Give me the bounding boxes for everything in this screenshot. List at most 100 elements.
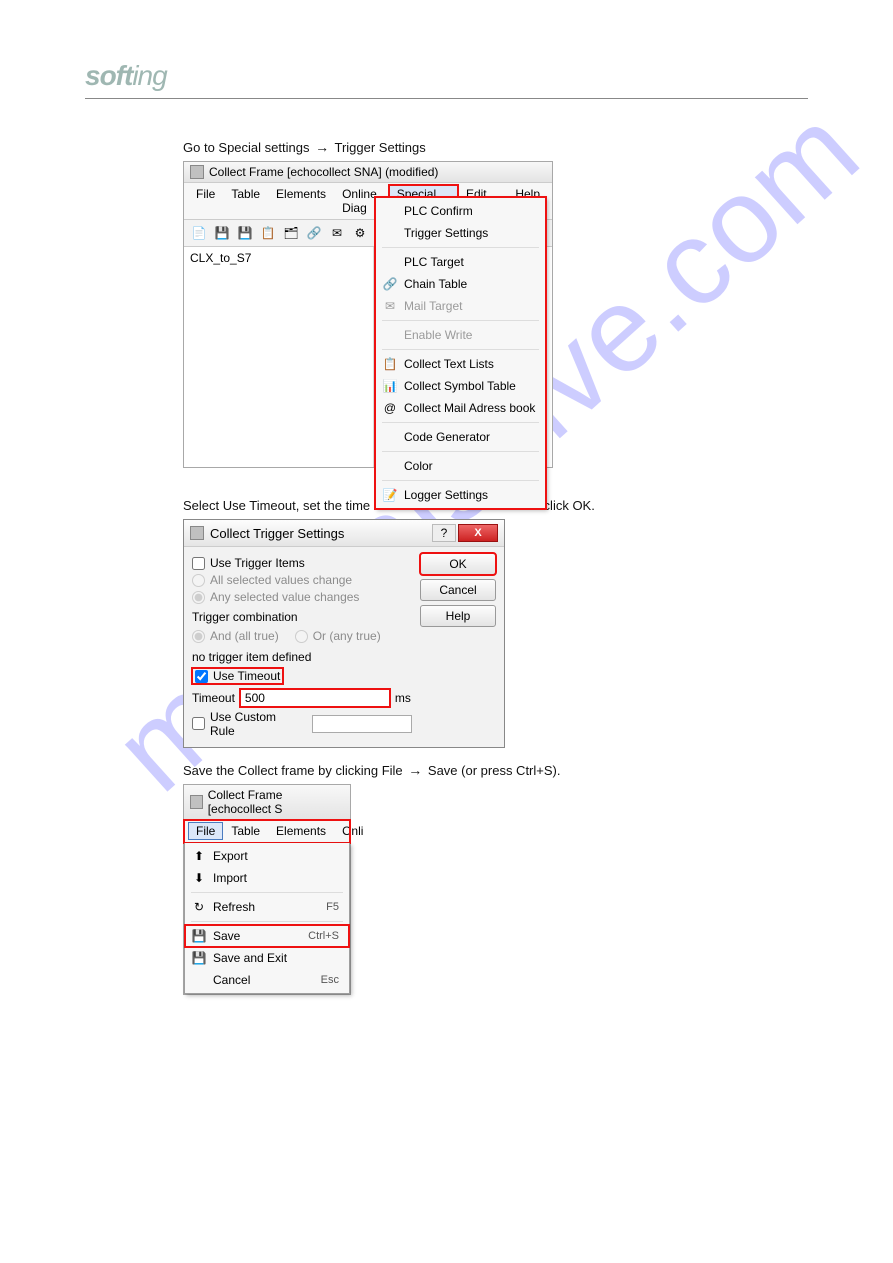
menu-item-label: Collect Symbol Table	[404, 379, 516, 393]
toolbar-icon[interactable]: 💾	[212, 223, 232, 243]
dialog-title: Collect Trigger Settings	[210, 526, 344, 541]
or-radio: Or (any true)	[295, 629, 381, 643]
menu-item-label: Export	[213, 849, 248, 863]
menu-item-color[interactable]: Color	[376, 455, 545, 477]
menu-table[interactable]: Table	[223, 822, 268, 840]
menu-icon: 📝	[382, 487, 398, 503]
menu-icon	[382, 254, 398, 270]
menu-elements[interactable]: Elements	[268, 822, 334, 840]
timeout-label: Timeout	[192, 691, 235, 705]
use-custom-rule-checkbox[interactable]: Use Custom Rule	[192, 710, 412, 738]
collect-frame-window-2: Collect Frame [echocollect S File Table …	[183, 784, 351, 995]
menu-icon: 📋	[382, 356, 398, 372]
toolbar-icon[interactable]: 🔗	[304, 223, 324, 243]
toolbar-icon[interactable]: 📄	[189, 223, 209, 243]
menu-item-collect-mail-adress-book[interactable]: @Collect Mail Adress book	[376, 397, 545, 419]
instruction-1: Go to Special settings → Trigger Setting…	[183, 139, 808, 155]
menu-item-label: Refresh	[213, 900, 255, 914]
file-dropdown: ⬆Export⬇Import↻RefreshF5💾SaveCtrl+S💾Save…	[184, 843, 350, 994]
menu-icon	[382, 327, 398, 343]
menu-icon	[382, 203, 398, 219]
menu-icon	[191, 972, 207, 988]
menu-icon: 📊	[382, 378, 398, 394]
toolbar-icon[interactable]: 🗂	[281, 223, 301, 243]
menu-item-label: Code Generator	[404, 430, 490, 444]
menu-item-code-generator[interactable]: Code Generator	[376, 426, 545, 448]
menu-item-plc-target[interactable]: PLC Target	[376, 251, 545, 273]
menu-item-trigger-settings[interactable]: Trigger Settings	[376, 222, 545, 244]
help-button[interactable]: Help	[420, 605, 496, 627]
menu-icon: ↻	[191, 899, 207, 915]
toolbar-icon[interactable]: ✉	[327, 223, 347, 243]
menu-item-cancel[interactable]: CancelEsc	[185, 969, 349, 991]
list-item[interactable]: CLX_to_S7	[190, 251, 367, 265]
menu-icon	[382, 225, 398, 241]
menu-table[interactable]: Table	[223, 185, 268, 217]
page-header: softing	[85, 60, 808, 99]
any-selected-radio: Any selected value changes	[192, 590, 412, 604]
menu-icon: ⬇	[191, 870, 207, 886]
cancel-button[interactable]: Cancel	[420, 579, 496, 601]
menu-online[interactable]: Onli	[334, 822, 371, 840]
menu-icon	[382, 429, 398, 445]
menu-item-label: Mail Target	[404, 299, 462, 313]
custom-rule-input[interactable]	[312, 715, 412, 733]
trigger-settings-dialog: Collect Trigger Settings ? X Use Trigger…	[183, 519, 505, 748]
menubar: File Table Elements Onli	[184, 820, 350, 843]
menu-item-label: Collect Mail Adress book	[404, 401, 535, 415]
window-titlebar: Collect Frame [echocollect SNA] (modifie…	[184, 162, 552, 183]
menu-elements[interactable]: Elements	[268, 185, 334, 217]
menu-item-mail-target: ✉ Mail Target	[376, 295, 545, 317]
timeout-input[interactable]	[240, 689, 390, 707]
instruction-3: Save the Collect frame by clicking File …	[183, 762, 808, 778]
toolbar-icon[interactable]: ⚙	[350, 223, 370, 243]
menu-icon: ✉	[382, 298, 398, 314]
toolbar-icon[interactable]: 📋	[258, 223, 278, 243]
menu-item-import[interactable]: ⬇ Import	[185, 867, 349, 889]
no-trigger-text: no trigger item defined	[192, 650, 412, 664]
app-icon	[190, 165, 204, 179]
close-button[interactable]: X	[458, 524, 498, 542]
arrow-icon: →	[408, 762, 422, 778]
menu-icon	[382, 458, 398, 474]
menu-file[interactable]: File	[188, 822, 223, 840]
menu-item-label: Color	[404, 459, 433, 473]
menu-item-chain-table[interactable]: 🔗Chain Table	[376, 273, 545, 295]
menu-item-label: Chain Table	[404, 277, 467, 291]
menu-icon: 💾	[191, 928, 207, 944]
help-title-button[interactable]: ?	[432, 524, 456, 542]
trigger-combination-label: Trigger combination	[192, 610, 412, 624]
menu-item-save[interactable]: 💾SaveCtrl+S	[185, 925, 349, 947]
left-pane: CLX_to_S7	[184, 247, 374, 467]
toolbar-icon[interactable]: 💾	[235, 223, 255, 243]
brand-logo: softing	[85, 60, 167, 91]
window-titlebar: Collect Frame [echocollect S	[184, 785, 350, 820]
menu-icon: ⬆	[191, 848, 207, 864]
menu-item-collect-text-lists[interactable]: 📋 Collect Text Lists	[376, 353, 545, 375]
menu-item-save-and-exit[interactable]: 💾 Save and Exit	[185, 947, 349, 969]
menu-item-refresh[interactable]: ↻ Refresh F5	[185, 896, 349, 918]
and-radio: And (all true)	[192, 629, 279, 643]
menu-item-label: Import	[213, 871, 247, 885]
menu-item-label: Enable Write	[404, 328, 472, 342]
menu-item-label: PLC Confirm	[404, 204, 473, 218]
special-settings-dropdown: PLC Confirm Trigger Settings PLC Target🔗Ch…	[375, 197, 546, 509]
use-timeout-checkbox[interactable]: Use Timeout	[195, 669, 280, 683]
menu-item-collect-symbol-table[interactable]: 📊 Collect Symbol Table	[376, 375, 545, 397]
menu-item-plc-confirm[interactable]: PLC Confirm	[376, 200, 545, 222]
menu-icon: 💾	[191, 950, 207, 966]
menu-item-label: Collect Text Lists	[404, 357, 494, 371]
use-trigger-items-checkbox[interactable]: Use Trigger Items	[192, 556, 412, 570]
timeout-unit: ms	[395, 691, 411, 705]
menu-item-enable-write: Enable Write	[376, 324, 545, 346]
menu-item-label: Logger Settings	[404, 488, 488, 502]
menu-item-export[interactable]: ⬆ Export	[185, 845, 349, 867]
menu-item-logger-settings[interactable]: 📝 Logger Settings	[376, 484, 545, 506]
menu-file[interactable]: File	[188, 185, 223, 217]
menu-shortcut: F5	[326, 901, 339, 913]
menu-shortcut: Ctrl+S	[308, 930, 339, 942]
ok-button[interactable]: OK	[420, 553, 496, 575]
arrow-icon: →	[315, 139, 329, 155]
menu-item-label: Save and Exit	[213, 951, 287, 965]
all-selected-radio: All selected values change	[192, 573, 412, 587]
